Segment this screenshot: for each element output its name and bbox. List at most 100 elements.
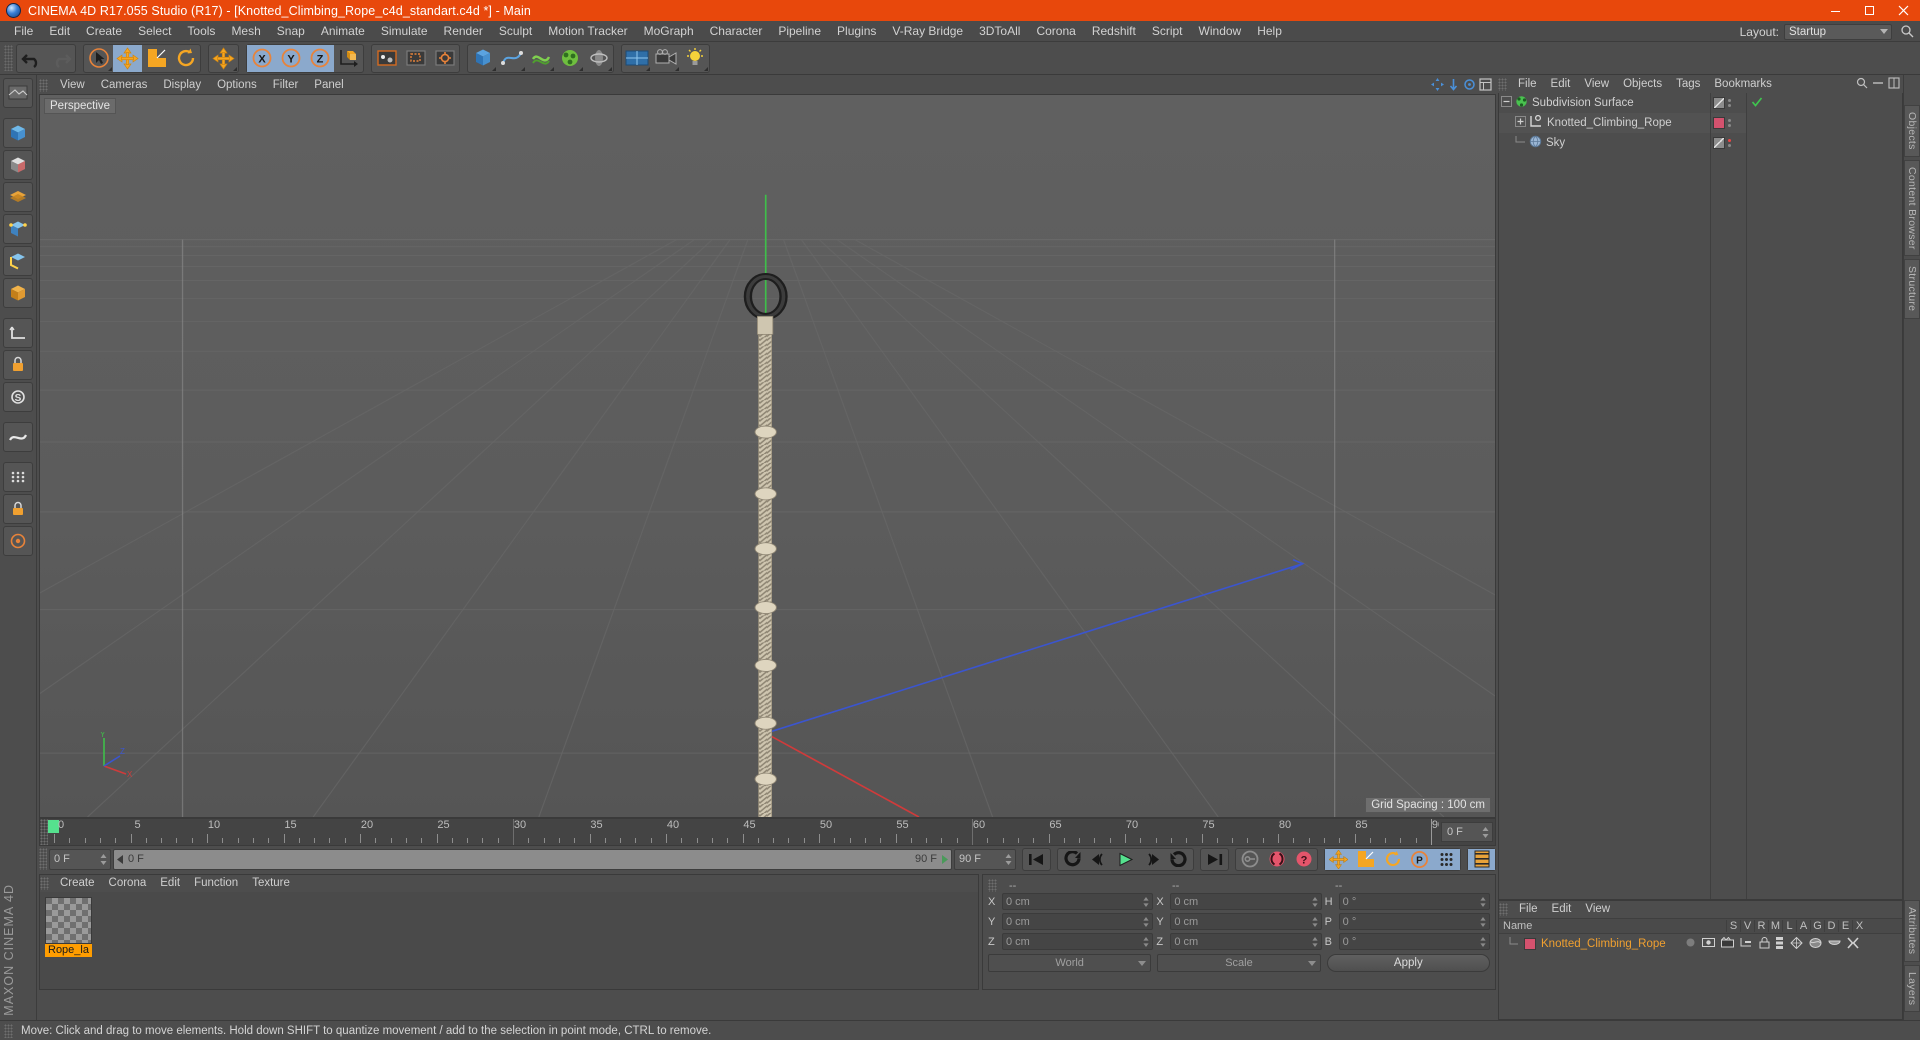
material-swatch-diagonal[interactable] xyxy=(1713,137,1725,149)
cube-primitive-button[interactable] xyxy=(468,45,497,72)
material-thumbnail[interactable] xyxy=(45,897,92,944)
scene-button[interactable] xyxy=(622,45,651,72)
menu-character[interactable]: Character xyxy=(702,21,771,42)
menu-tools[interactable]: Tools xyxy=(179,21,223,42)
deformer-icon[interactable] xyxy=(1809,937,1822,952)
max-frame-field[interactable]: 90 F xyxy=(954,848,1016,870)
enabled-check-icon[interactable] xyxy=(1751,96,1763,111)
nurbs-generator-button[interactable] xyxy=(526,45,555,72)
menu-mograph[interactable]: MoGraph xyxy=(636,21,702,42)
toolbar-grip[interactable] xyxy=(4,45,13,71)
search-icon[interactable] xyxy=(1856,77,1868,92)
field-rotation-h[interactable]: 0 ° xyxy=(1338,893,1490,910)
menu-pipeline[interactable]: Pipeline xyxy=(770,21,829,42)
generator-icon[interactable] xyxy=(1789,936,1803,952)
field-position-y[interactable]: 0 cm xyxy=(1002,913,1154,930)
spinner-icon[interactable] xyxy=(1480,897,1486,910)
layout-select[interactable]: Startup xyxy=(1784,23,1892,40)
rotate-view-icon[interactable] xyxy=(1463,78,1476,94)
xpresso-icon[interactable] xyxy=(1847,936,1859,952)
light-button[interactable] xyxy=(680,45,709,72)
material-manager-body[interactable]: Rope_la xyxy=(40,892,978,989)
object-menu-view[interactable]: View xyxy=(1577,76,1616,93)
viewport-menu-panel[interactable]: Panel xyxy=(306,77,351,94)
go-to-start-button[interactable] xyxy=(1023,849,1050,870)
lock-y-axis-button[interactable]: Y xyxy=(276,44,305,72)
key-rotation-button[interactable] xyxy=(1379,848,1406,870)
layer-name[interactable]: Knotted_Climbing_Rope xyxy=(1541,938,1666,950)
material-swatch-diagonal[interactable] xyxy=(1713,97,1725,109)
environment-button[interactable] xyxy=(584,45,613,72)
lock-icon[interactable] xyxy=(1759,936,1770,952)
minimize-button[interactable] xyxy=(1818,0,1852,21)
search-icon[interactable] xyxy=(1900,24,1914,41)
play-button[interactable] xyxy=(1112,849,1139,870)
material-name[interactable]: Rope_la xyxy=(45,944,92,957)
object-manager-body[interactable]: Subdivision Surface Knotted_Climbing_Rop… xyxy=(1498,93,1903,900)
visibility-dots[interactable] xyxy=(1728,139,1731,147)
autokey-button[interactable] xyxy=(1236,849,1263,870)
pan-view-icon[interactable] xyxy=(1431,78,1444,94)
apply-button[interactable]: Apply xyxy=(1326,954,1490,972)
render-icon[interactable] xyxy=(1720,936,1734,951)
snap-button[interactable]: S xyxy=(3,382,33,412)
menu-vray-bridge[interactable]: V-Ray Bridge xyxy=(884,21,971,42)
material-menu-edit[interactable]: Edit xyxy=(153,875,187,892)
field-size-x[interactable]: 0 cm xyxy=(1170,893,1322,910)
menu-snap[interactable]: Snap xyxy=(269,21,313,42)
lock-x-axis-button[interactable]: X xyxy=(247,44,276,72)
workplane-button[interactable] xyxy=(3,422,33,452)
field-rotation-p[interactable]: 0 ° xyxy=(1338,913,1490,930)
quantize-button[interactable] xyxy=(3,462,33,492)
menu-redshift[interactable]: Redshift xyxy=(1084,21,1144,42)
object-menu-tags[interactable]: Tags xyxy=(1669,76,1707,93)
time-range-scrubber[interactable]: 0 F 90 F xyxy=(113,848,952,870)
spinner-icon[interactable] xyxy=(1312,937,1318,950)
menu-render[interactable]: Render xyxy=(436,21,491,42)
material-menu-corona[interactable]: Corona xyxy=(102,875,154,892)
live-selection-tool[interactable] xyxy=(84,45,113,72)
loop-button[interactable] xyxy=(1166,849,1193,870)
object-row-knotted-climbing-rope[interactable]: Knotted_Climbing_Rope xyxy=(1499,113,1710,133)
key-point-level-button[interactable] xyxy=(1433,848,1460,870)
coordinate-space-select[interactable]: World xyxy=(988,954,1152,972)
material-menu-create[interactable]: Create xyxy=(53,875,102,892)
spinner-icon[interactable] xyxy=(1143,937,1149,950)
tree-expander-icon[interactable] xyxy=(1501,96,1512,110)
rotate-tool[interactable] xyxy=(171,45,200,72)
close-button[interactable] xyxy=(1886,0,1920,21)
field-position-x[interactable]: 0 cm xyxy=(1002,893,1154,910)
key-position-button[interactable] xyxy=(1325,848,1352,870)
move-dynamic-tool[interactable] xyxy=(209,45,238,72)
menu-script[interactable]: Script xyxy=(1144,21,1191,42)
object-menu-bookmarks[interactable]: Bookmarks xyxy=(1707,76,1779,93)
model-mode-button[interactable] xyxy=(3,118,33,148)
menu-file[interactable]: File xyxy=(6,21,41,42)
material-menu-texture[interactable]: Texture xyxy=(245,875,297,892)
record-button[interactable] xyxy=(1263,849,1290,870)
render-region-button[interactable] xyxy=(401,45,430,72)
playback-grip[interactable] xyxy=(39,848,47,870)
tree-expander-icon[interactable] xyxy=(1515,116,1526,130)
viewport-menu-options[interactable]: Options xyxy=(209,77,265,94)
spinner-icon[interactable] xyxy=(1482,827,1489,841)
menu-help[interactable]: Help xyxy=(1249,21,1290,42)
move-tool[interactable] xyxy=(113,44,142,72)
point-mode-button[interactable] xyxy=(3,214,33,244)
viewport-menu-view[interactable]: View xyxy=(52,77,93,94)
edge-mode-button[interactable] xyxy=(3,246,33,276)
side-tab-structure[interactable]: Structure xyxy=(1904,259,1920,319)
undo-button[interactable] xyxy=(17,45,46,72)
spinner-icon[interactable] xyxy=(1005,853,1012,868)
timeline-ruler[interactable]: 0 5 10 15 20 25 30 35 40 45 50 55 60 65 70 75 80 85 90 xyxy=(48,819,1439,845)
menu-plugins[interactable]: Plugins xyxy=(829,21,884,42)
lock-selection-button[interactable] xyxy=(3,494,33,524)
step-forward-button[interactable] xyxy=(1139,849,1166,870)
lock-workplane-button[interactable] xyxy=(3,350,33,380)
field-position-z[interactable]: 0 cm xyxy=(1002,933,1154,950)
perspective-viewport[interactable]: Perspective Grid Spacing : 100 cm Y X Z xyxy=(39,94,1496,818)
object-axis-mode-button[interactable] xyxy=(3,278,33,308)
side-tab-content-browser[interactable]: Content Browser xyxy=(1904,159,1920,257)
menu-corona[interactable]: Corona xyxy=(1028,21,1083,42)
material-manager-grip[interactable] xyxy=(40,877,49,890)
